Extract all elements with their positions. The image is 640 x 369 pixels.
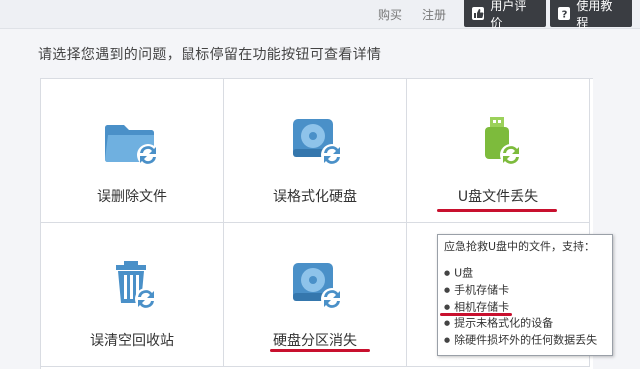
recycle-bin-recover-icon bbox=[102, 257, 162, 313]
option-label: U盘文件丢失 bbox=[457, 189, 539, 205]
harddisk-recover-icon bbox=[285, 113, 345, 169]
user-review-label: 用户评价 bbox=[490, 0, 527, 30]
option-deleted-files[interactable]: 误删除文件 bbox=[41, 79, 224, 223]
option-label: 误删除文件 bbox=[97, 189, 167, 205]
option-label: 误清空回收站 bbox=[90, 333, 174, 349]
tooltip-highlight-underline bbox=[440, 313, 512, 316]
tooltip-item: 除硬件损坏外的任何数据丢失 bbox=[444, 332, 606, 349]
user-review-button[interactable]: 用户评价 bbox=[464, 0, 546, 30]
option-emptied-recycle-bin[interactable]: 误清空回收站 bbox=[41, 223, 224, 367]
highlight-underline bbox=[437, 209, 557, 212]
thumbs-up-icon bbox=[472, 7, 485, 20]
help-book-icon: ? bbox=[558, 7, 571, 20]
buy-link[interactable]: 购买 bbox=[378, 6, 402, 23]
svg-text:?: ? bbox=[562, 10, 568, 20]
partition-recover-icon bbox=[285, 257, 345, 313]
tutorial-button[interactable]: ? 使用教程 bbox=[550, 0, 632, 30]
option-usb-files-lost[interactable]: U盘文件丢失 bbox=[407, 79, 590, 223]
tooltip-list: U盘 手机存储卡 相机存储卡 提示未格式化的设备 除硬件损坏外的任何数据丢失 bbox=[444, 265, 606, 349]
tooltip-item: 提示未格式化的设备 bbox=[444, 315, 606, 332]
tutorial-label: 使用教程 bbox=[576, 0, 613, 30]
usb-info-tooltip: 应急抢救U盘中的文件，支持： U盘 手机存储卡 相机存储卡 提示未格式化的设备 … bbox=[437, 234, 613, 356]
highlight-underline bbox=[270, 349, 370, 352]
option-label: 误格式化硬盘 bbox=[273, 189, 357, 205]
top-bar: 购买 注册 用户评价 ? 使用教程 bbox=[0, 0, 640, 30]
option-formatted-disk[interactable]: 误格式化硬盘 bbox=[224, 79, 407, 223]
tooltip-item: U盘 bbox=[444, 265, 606, 282]
usb-drive-recover-icon bbox=[468, 113, 528, 169]
register-link[interactable]: 注册 bbox=[422, 6, 446, 23]
option-partition-lost[interactable]: 硬盘分区消失 bbox=[224, 223, 407, 367]
option-label: 硬盘分区消失 bbox=[273, 333, 357, 349]
tooltip-title: 应急抢救U盘中的文件，支持： bbox=[444, 240, 596, 253]
folder-recover-icon bbox=[102, 113, 162, 169]
instruction-text: 请选择您遇到的问题，鼠标停留在功能按钮可查看详情 bbox=[38, 47, 382, 63]
tooltip-item: 手机存储卡 bbox=[444, 282, 606, 299]
